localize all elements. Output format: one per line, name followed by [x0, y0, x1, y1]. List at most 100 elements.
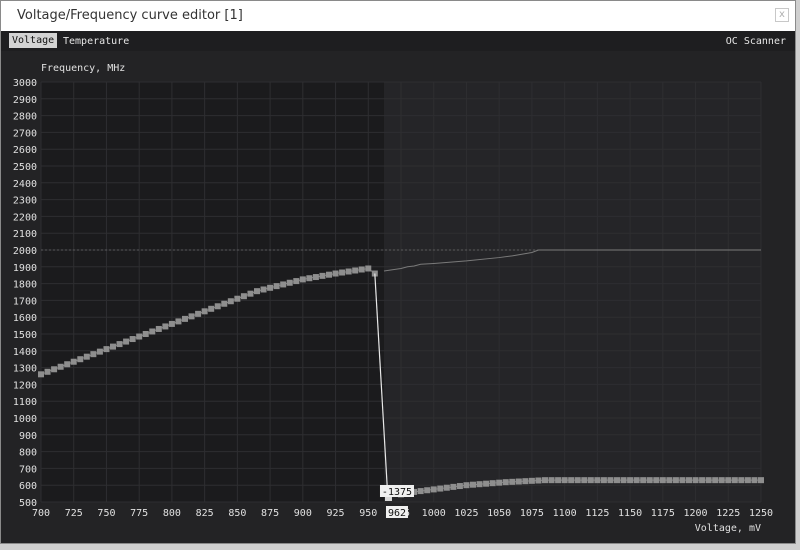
curve-point[interactable] [345, 268, 352, 275]
close-icon[interactable]: x [775, 8, 789, 22]
curve-point[interactable] [142, 331, 149, 337]
vf-curve-svg[interactable]: 7007257507758008258508759009259509751000… [1, 51, 795, 543]
curve-point[interactable] [182, 315, 188, 322]
curve-point[interactable] [162, 323, 169, 330]
curve-point[interactable] [627, 477, 634, 484]
curve-point[interactable] [568, 477, 575, 484]
curve-point[interactable] [470, 481, 476, 488]
curve-point[interactable] [64, 361, 71, 368]
curve-point[interactable] [352, 267, 359, 274]
curve-point[interactable] [149, 328, 156, 335]
curve-point[interactable] [659, 477, 666, 484]
curve-point[interactable] [646, 477, 653, 484]
curve-point[interactable] [515, 478, 522, 485]
curve-point[interactable] [424, 487, 431, 494]
curve-point[interactable] [561, 477, 568, 484]
curve-point[interactable] [332, 270, 339, 277]
curve-point[interactable] [44, 368, 51, 375]
curve-point[interactable] [103, 346, 110, 353]
curve-point[interactable] [221, 300, 228, 307]
curve-point[interactable] [594, 477, 601, 484]
curve-point[interactable] [299, 276, 306, 283]
curve-point[interactable] [77, 356, 84, 363]
curve-point[interactable] [738, 477, 745, 484]
curve-point[interactable] [555, 477, 562, 484]
curve-point[interactable] [672, 477, 679, 484]
curve-point[interactable] [607, 477, 614, 484]
curve-point[interactable] [175, 318, 182, 325]
tab-temperature[interactable]: Temperature [60, 34, 132, 49]
curve-point[interactable] [83, 353, 90, 360]
curve-point[interactable] [326, 271, 332, 278]
tab-voltage[interactable]: Voltage [9, 33, 58, 48]
curve-point[interactable] [123, 338, 130, 345]
curve-point[interactable] [240, 293, 247, 300]
curve-point[interactable] [744, 477, 751, 484]
curve-point[interactable] [679, 477, 686, 484]
curve-point[interactable] [587, 477, 594, 484]
curve-point[interactable] [234, 295, 241, 302]
curve-point[interactable] [110, 343, 116, 350]
curve-point[interactable] [286, 279, 293, 286]
curve-point[interactable] [201, 308, 208, 315]
curve-point[interactable] [280, 281, 287, 288]
curve-point[interactable] [496, 479, 503, 486]
curve-point[interactable] [528, 477, 535, 484]
curve-point[interactable] [38, 371, 44, 378]
curve-point[interactable] [358, 266, 365, 273]
curve-point[interactable] [188, 313, 195, 320]
curve-point[interactable] [489, 480, 496, 487]
curve-point[interactable] [666, 477, 673, 484]
curve-point[interactable] [653, 477, 660, 484]
curve-point[interactable] [633, 477, 640, 484]
curve-point[interactable] [574, 477, 581, 484]
curve-point[interactable] [129, 336, 136, 343]
curve-point[interactable] [509, 478, 516, 485]
curve-point[interactable] [705, 477, 712, 484]
curve-point[interactable] [712, 477, 719, 484]
curve-point[interactable] [535, 477, 542, 484]
curve-point[interactable] [260, 286, 267, 293]
curve-point[interactable] [456, 483, 463, 490]
curve-point[interactable] [136, 333, 143, 340]
curve-point[interactable] [430, 486, 437, 493]
curve-point[interactable] [548, 477, 555, 484]
curve-point[interactable] [483, 480, 490, 487]
curve-point[interactable] [90, 351, 97, 358]
curve-point[interactable] [640, 477, 647, 484]
curve-point[interactable] [600, 477, 607, 484]
curve-point[interactable] [437, 485, 444, 492]
curve-point[interactable] [96, 348, 103, 355]
curve-point[interactable] [522, 478, 529, 485]
curve-point[interactable] [247, 290, 254, 297]
curve-point[interactable] [57, 363, 64, 370]
curve-point[interactable] [168, 320, 175, 327]
curve-point[interactable] [339, 269, 346, 276]
curve-point[interactable] [208, 305, 215, 312]
curve-point[interactable] [312, 274, 319, 281]
vf-curve-chart[interactable]: 7007257507758008258508759009259509751000… [1, 51, 795, 547]
curve-point[interactable] [581, 477, 588, 484]
curve-point[interactable] [306, 275, 313, 282]
curve-point[interactable] [116, 341, 123, 348]
curve-point[interactable] [51, 366, 58, 373]
curve-point[interactable] [195, 310, 202, 317]
curve-point[interactable] [731, 477, 738, 484]
title-bar[interactable]: Voltage/Frequency curve editor [1] x [1, 1, 795, 31]
curve-point[interactable] [417, 488, 424, 495]
curve-point[interactable] [227, 298, 234, 305]
curve-point[interactable] [267, 284, 274, 291]
curve-point[interactable] [542, 477, 548, 484]
curve-point[interactable] [758, 477, 764, 484]
curve-point[interactable] [718, 477, 725, 484]
curve-point[interactable] [365, 265, 372, 272]
curve-point[interactable] [614, 477, 620, 484]
curve-point[interactable] [214, 303, 221, 310]
curve-point[interactable] [70, 358, 77, 365]
curve-point[interactable] [686, 477, 692, 484]
curve-point[interactable] [319, 272, 326, 279]
curve-point[interactable] [273, 283, 280, 290]
curve-point[interactable] [751, 477, 758, 484]
curve-point[interactable] [293, 278, 300, 285]
curve-point[interactable] [450, 483, 457, 490]
